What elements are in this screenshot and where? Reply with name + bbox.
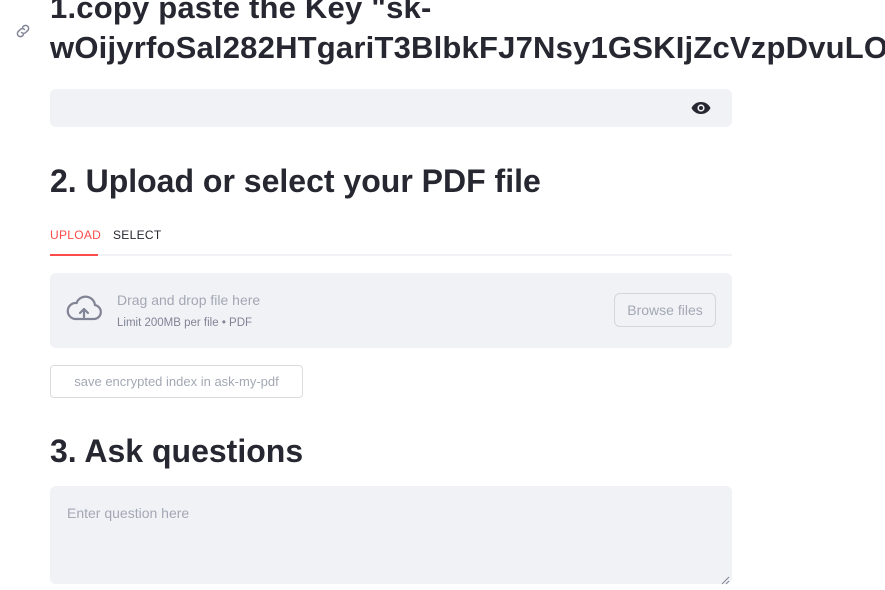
api-key-input[interactable] [50,89,732,127]
ask-section-heading: 3. Ask questions [50,433,304,469]
file-dropzone[interactable]: Drag and drop file here Limit 200MB per … [50,273,732,348]
question-textarea[interactable]: Enter question here [50,486,732,585]
question-placeholder: Enter question here [67,505,190,521]
cloud-upload-icon [65,294,103,326]
dropzone-limit-text: Limit 200MB per file • PDF [117,317,253,329]
browse-files-button[interactable]: Browse files [614,293,716,327]
tab-upload[interactable]: UPLOAD [50,226,101,256]
resize-handle-icon[interactable] [720,572,730,585]
dropzone-title: Drag and drop file here [117,292,261,308]
tab-select[interactable]: SELECT [113,226,161,256]
upload-section-heading: 2. Upload or select your PDF file [50,163,541,199]
source-tabs: UPLOAD SELECT [50,226,732,256]
link-icon[interactable] [14,22,32,40]
page-title: 1.copy paste the Key "sk-wOijyrfoSal282H… [50,0,885,65]
save-encrypted-index-button[interactable]: save encrypted index in ask-my-pdf [50,365,303,398]
eye-icon[interactable] [690,100,712,116]
